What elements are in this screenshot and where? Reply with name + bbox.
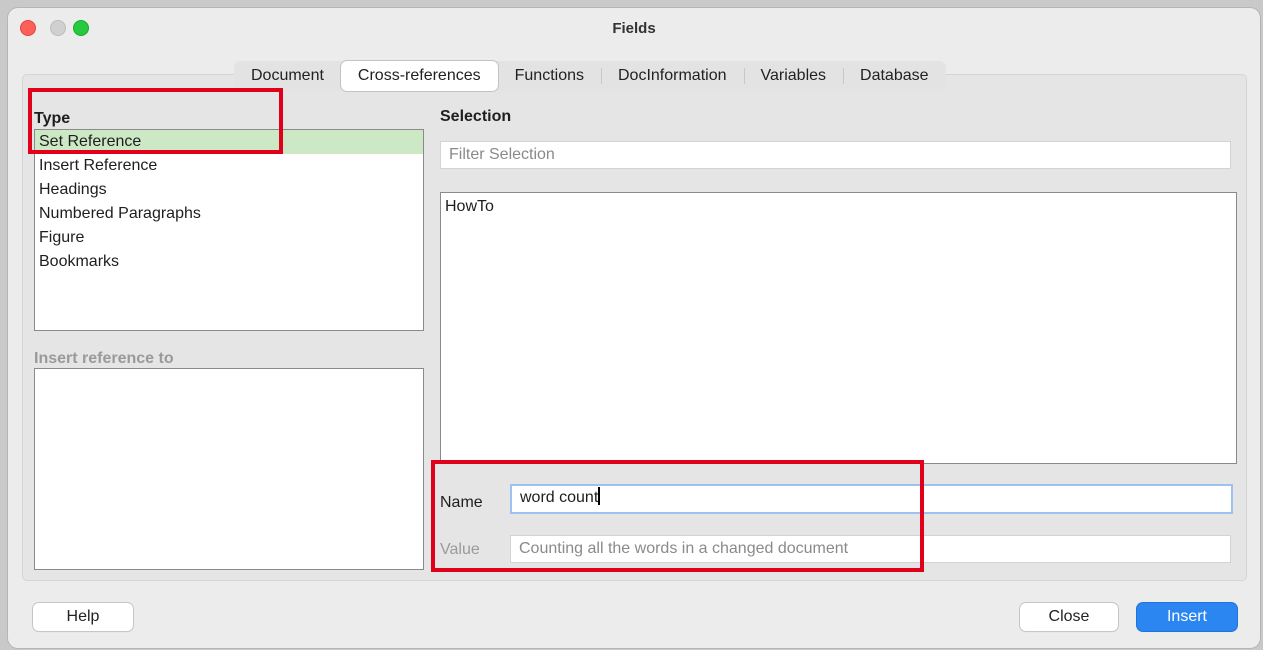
selection-item-howto[interactable]: HowTo [441,195,1236,219]
tab-docinformation[interactable]: DocInformation [601,61,744,91]
insert-reference-to-label: Insert reference to [34,350,174,367]
type-item-headings[interactable]: Headings [35,178,423,202]
title-bar: Fields [8,8,1260,50]
type-item-numbered-paragraphs[interactable]: Numbered Paragraphs [35,202,423,226]
tab-variables[interactable]: Variables [743,61,844,91]
tab-database[interactable]: Database [843,61,946,91]
selection-label: Selection [440,108,512,125]
tab-document[interactable]: Document [234,61,341,91]
close-button[interactable]: Close [1020,603,1118,631]
filter-selection-input[interactable]: Filter Selection [440,141,1231,169]
type-highlight-annotation [28,88,283,154]
help-button[interactable]: Help [33,603,133,631]
name-value-highlight-annotation [431,460,924,572]
type-item-bookmarks[interactable]: Bookmarks [35,250,423,274]
fields-dialog: Fields Type Set Reference Insert Referen… [8,8,1260,648]
tab-cross-references[interactable]: Cross-references [340,61,498,91]
insert-button[interactable]: Insert [1137,603,1237,631]
tab-bar: Document Cross-references Functions DocI… [234,61,946,91]
insert-reference-to-list[interactable] [34,368,424,570]
selection-list[interactable]: HowTo [440,192,1237,464]
type-item-insert-reference[interactable]: Insert Reference [35,154,423,178]
type-list[interactable]: Set Reference Insert Reference Headings … [34,129,424,331]
tab-functions[interactable]: Functions [498,61,601,91]
type-item-figure[interactable]: Figure [35,226,423,250]
window-title: Fields [612,20,656,37]
